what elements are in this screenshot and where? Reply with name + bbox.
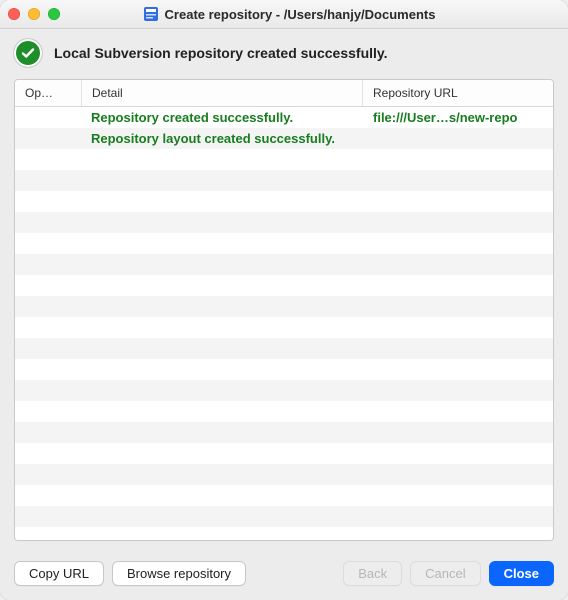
- column-header-detail[interactable]: Detail: [82, 80, 363, 106]
- table-row: [15, 170, 553, 191]
- table-row: [15, 401, 553, 422]
- window-title-wrap: Create repository - /Users/hanjy/Documen…: [18, 6, 560, 22]
- table-row: [15, 359, 553, 380]
- table-row: [15, 506, 553, 527]
- table-row[interactable]: Repository created successfully.file:///…: [15, 107, 553, 128]
- table-row: [15, 443, 553, 464]
- status-banner: Local Subversion repository created succ…: [0, 29, 568, 79]
- dialog-button-bar: Copy URL Browse repository Back Cancel C…: [0, 551, 568, 600]
- table-row: [15, 233, 553, 254]
- results-table: Op… Detail Repository URL Repository cre…: [14, 79, 554, 541]
- table-row: [15, 464, 553, 485]
- table-header: Op… Detail Repository URL: [15, 80, 553, 107]
- table-row: [15, 191, 553, 212]
- status-message: Local Subversion repository created succ…: [54, 45, 388, 61]
- column-header-operation[interactable]: Op…: [15, 80, 82, 106]
- table-row: [15, 422, 553, 443]
- back-button: Back: [343, 561, 402, 586]
- table-row[interactable]: Repository layout created successfully.: [15, 128, 553, 149]
- window: Create repository - /Users/hanjy/Documen…: [0, 0, 568, 600]
- close-button[interactable]: Close: [489, 561, 554, 586]
- table-row: [15, 212, 553, 233]
- browse-repository-button[interactable]: Browse repository: [112, 561, 246, 586]
- copy-url-button[interactable]: Copy URL: [14, 561, 104, 586]
- table-row: [15, 527, 553, 540]
- table-body: Repository created successfully.file:///…: [15, 107, 553, 540]
- table-row: [15, 254, 553, 275]
- cell-detail: Repository created successfully.: [81, 110, 363, 125]
- table-row: [15, 275, 553, 296]
- cell-detail: Repository layout created successfully.: [81, 131, 363, 146]
- column-header-url[interactable]: Repository URL: [363, 80, 553, 106]
- table-row: [15, 380, 553, 401]
- table-row: [15, 338, 553, 359]
- app-icon: [143, 6, 159, 22]
- table-row: [15, 296, 553, 317]
- table-row: [15, 317, 553, 338]
- window-title: Create repository - /Users/hanjy/Documen…: [165, 7, 436, 22]
- titlebar: Create repository - /Users/hanjy/Documen…: [0, 0, 568, 29]
- cell-url: file:///User…s/new-repo: [363, 110, 553, 125]
- table-row: [15, 485, 553, 506]
- success-icon: [14, 39, 42, 67]
- cancel-button: Cancel: [410, 561, 480, 586]
- table-row: [15, 149, 553, 170]
